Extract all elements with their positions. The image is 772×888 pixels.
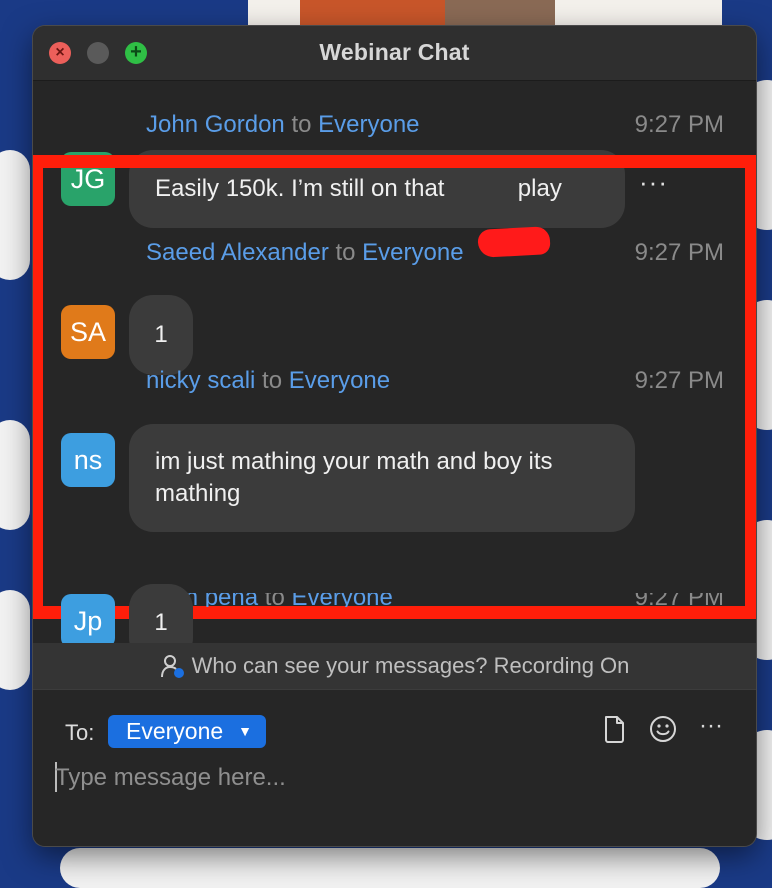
window-title: Webinar Chat [319,39,470,65]
composer: To: Everyone ▼ ··· [33,689,756,846]
file-icon[interactable] [599,714,629,744]
person-visibility-icon [160,649,186,678]
to-label: To: [65,720,95,745]
more-icon[interactable]: ··· [699,714,729,744]
recipient-value: Everyone [126,718,224,744]
visibility-notice[interactable]: Who can see your messages? Recording On [33,643,756,689]
to-word: to [291,111,312,138]
background-shape [0,150,30,280]
caret-down-icon: ▼ [238,723,252,739]
message-input[interactable] [55,758,715,798]
to-word: to [264,593,285,607]
message-time: 9:27 PM [634,111,724,138]
recipient-dropdown[interactable]: Everyone ▼ [108,715,266,748]
background-shape [60,848,720,888]
recipient-name[interactable]: Everyone [318,111,419,138]
background-shape [0,420,30,530]
message-list[interactable]: John Gordon to Everyone 9:27 PM JG Easil… [33,81,756,690]
message-time: 9:27 PM [634,593,724,607]
background-shape [0,590,30,690]
notice-text: Who can see your messages? Recording On [191,653,630,678]
chat-window: × + Webinar Chat John Gordon to Everyone… [33,26,756,846]
emoji-icon[interactable] [648,714,678,744]
message-header: John Gordon to Everyone [146,111,420,139]
title-bar: × + Webinar Chat [33,26,756,81]
recipient-name[interactable]: Everyone [291,593,392,607]
avatar: Jp [61,594,115,648]
highlight-frame [33,155,756,619]
sender-name[interactable]: John Gordon [146,111,285,138]
